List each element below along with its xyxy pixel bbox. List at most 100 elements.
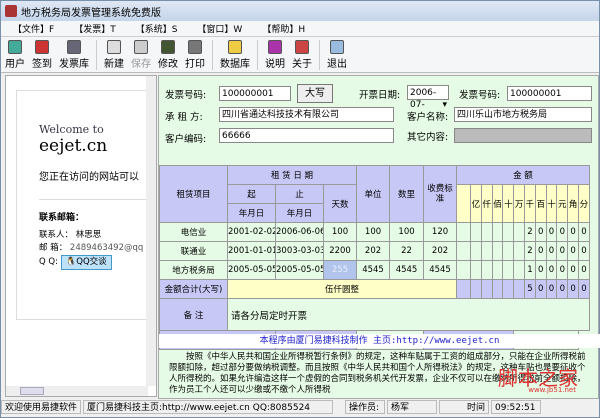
customer-code-label: 客户编码: [165, 134, 207, 145]
toolbar: 用户 签到 发票库 新建 保存 修改 打印 数据库 说明 关于 退出 [1, 37, 599, 73]
amount-digit: 0 [578, 222, 590, 242]
qty-cell[interactable]: 22 [389, 241, 425, 261]
customer-code-input[interactable]: 66666 [219, 128, 394, 143]
amount-digit: 0 [578, 241, 590, 261]
unit-cell[interactable]: 100 [356, 222, 391, 242]
start-cell[interactable]: 2001-01-01 [227, 241, 276, 261]
toolbar-button-label: 打印 [185, 59, 205, 70]
table-row: 联通业 2001-01-01 3003-03-03 2200 202 22 202 2 0 0 0 0… [159, 241, 590, 261]
welcome-text: Welcome to [39, 123, 104, 136]
visiting-text: 您正在访问的网站可以 [39, 172, 139, 183]
total-label: 金额合计(大写) [159, 279, 228, 299]
toolbar-button[interactable]: 签到 [32, 40, 52, 70]
welcome-card: Welcome to eejet.cn 您正在访问的网站可以 联系邮箱： 联系人… [16, 90, 156, 320]
qq-button-label: QQ交谈 [76, 257, 107, 267]
total-digit [491, 279, 504, 299]
credit-link[interactable]: 本程序由厦门易捷科技制作 主页:http://www.eejet.cn [159, 334, 600, 348]
toolbar-button-label: 说明 [265, 59, 285, 70]
menu-bar: 【文件】F 【发票】T 【系统】S 【窗口】W 【帮助】H [1, 21, 599, 37]
amount-digit: 0 [545, 241, 558, 261]
qq-chat-button[interactable]: 🐧QQ交谈 [60, 255, 112, 270]
toolbar-button[interactable]: 用户 [5, 40, 25, 70]
status-welcome: 欢迎使用易捷软件 [1, 400, 81, 414]
invoice-no2-input[interactable]: 100000001 [507, 86, 592, 101]
toolbar-button-label: 退出 [327, 59, 347, 70]
printer-icon [188, 40, 202, 54]
item-cell[interactable]: 地方税务局 [159, 260, 228, 280]
rate-cell[interactable]: 120 [423, 222, 458, 242]
end-cell[interactable]: 2006-06-06 [275, 222, 324, 242]
total-digit: 0 [578, 279, 590, 299]
qty-cell[interactable]: 4545 [389, 260, 425, 280]
toolbar-button[interactable]: 退出 [327, 40, 347, 70]
amount-digit [480, 222, 493, 242]
menu-item[interactable]: 【文件】F [13, 22, 54, 35]
unit-cell[interactable]: 202 [356, 241, 391, 261]
scroll-thumb[interactable] [20, 387, 44, 395]
qty-cell[interactable]: 100 [389, 222, 425, 242]
other-input[interactable] [454, 128, 592, 143]
amount-digit: 0 [534, 241, 547, 261]
amount-digit [456, 241, 472, 261]
lessee-input[interactable]: 四川省通达科技技术有限公司 [219, 107, 394, 122]
amount-digit: 0 [556, 260, 569, 280]
horizontal-scrollbar[interactable] [6, 386, 148, 396]
remark-label: 备 注 [159, 298, 228, 331]
uppercase-button[interactable]: 大写 [297, 84, 333, 103]
digit-header: 亿 [470, 184, 482, 223]
total-digit: 0 [534, 279, 547, 299]
rate-cell[interactable]: 4545 [423, 260, 458, 280]
site-name: eejet.cn [39, 136, 108, 156]
end-cell[interactable]: 3003-03-03 [275, 241, 324, 261]
window-title: 地方税务局发票管理系统免费版 [21, 7, 161, 19]
toolbar-button[interactable]: 数据库 [220, 40, 250, 70]
menu-item[interactable]: 【窗口】W [197, 22, 242, 35]
total-digit [502, 279, 515, 299]
toolbar-button[interactable]: 发票库 [59, 40, 89, 70]
header-qty: 数里 [389, 165, 425, 223]
toolbar-button[interactable]: 关于 [292, 40, 312, 70]
time-value: 09:52:51 [491, 400, 541, 414]
toolbar-button[interactable]: 说明 [265, 40, 285, 70]
menu-item[interactable]: 【帮助】H [262, 22, 305, 35]
invoice-form: 发票号码: 100000001 大写 开票日期: 2006-07- ▾ 发票号码:… [158, 75, 600, 399]
start-cell[interactable]: 2005-05-05 [227, 260, 276, 280]
digit-header: 角 [567, 184, 579, 223]
days-cell[interactable]: 255 [322, 260, 358, 280]
customer-name-input[interactable]: 四川乐山市地方税务局 [454, 107, 592, 122]
amount-digit [513, 260, 526, 280]
new-file-icon [107, 40, 121, 54]
vertical-scrollbar[interactable] [146, 76, 156, 386]
menu-item[interactable]: 【系统】S [136, 22, 178, 35]
toolbar-button[interactable]: 保存 [131, 40, 151, 70]
toolbar-button[interactable]: 修改 [158, 40, 178, 70]
amount-digit: 2 [524, 241, 536, 261]
amount-digit: 0 [567, 222, 579, 242]
item-cell[interactable]: 电信业 [159, 222, 228, 242]
digit-header: 仟 [480, 184, 493, 223]
table-row: 电信业 2001-02-02 2006-06-06 100 100 100 120 2 0 0 0 0… [159, 222, 590, 242]
date-select[interactable]: 2006-07- ▾ [407, 85, 449, 110]
item-cell[interactable]: 联通业 [159, 241, 228, 261]
total-digit [513, 279, 526, 299]
invoice-no-input[interactable]: 100000001 [219, 86, 291, 101]
total-digit: 0 [545, 279, 558, 299]
days-cell[interactable]: 2200 [322, 241, 358, 261]
browser-panel: Welcome to eejet.cn 您正在访问的网站可以 联系邮箱： 联系人… [5, 75, 157, 397]
menu-item[interactable]: 【发票】T [74, 22, 116, 35]
toolbar-separator [257, 40, 258, 70]
remark-value[interactable]: 请各分局定时开票 [227, 298, 590, 331]
toolbar-button[interactable]: 打印 [185, 40, 205, 70]
start-cell[interactable]: 2001-02-02 [227, 222, 276, 242]
toolbar-button[interactable]: 新建 [104, 40, 124, 70]
toolbar-button-label: 用户 [5, 59, 25, 70]
total-digit [456, 279, 472, 299]
rate-cell[interactable]: 202 [423, 241, 458, 261]
unit-cell[interactable]: 4545 [356, 260, 391, 280]
days-cell[interactable]: 100 [322, 222, 358, 242]
amount-digit [502, 241, 515, 261]
rental-table: 租赁项目租 赁 日 期单位 数里 收费标准金 额起止天数亿仟佰十万千百十元角分年月日… [159, 165, 590, 350]
edit-icon [161, 40, 175, 54]
app-icon [5, 5, 17, 17]
end-cell[interactable]: 2005-05-05 [275, 260, 324, 280]
